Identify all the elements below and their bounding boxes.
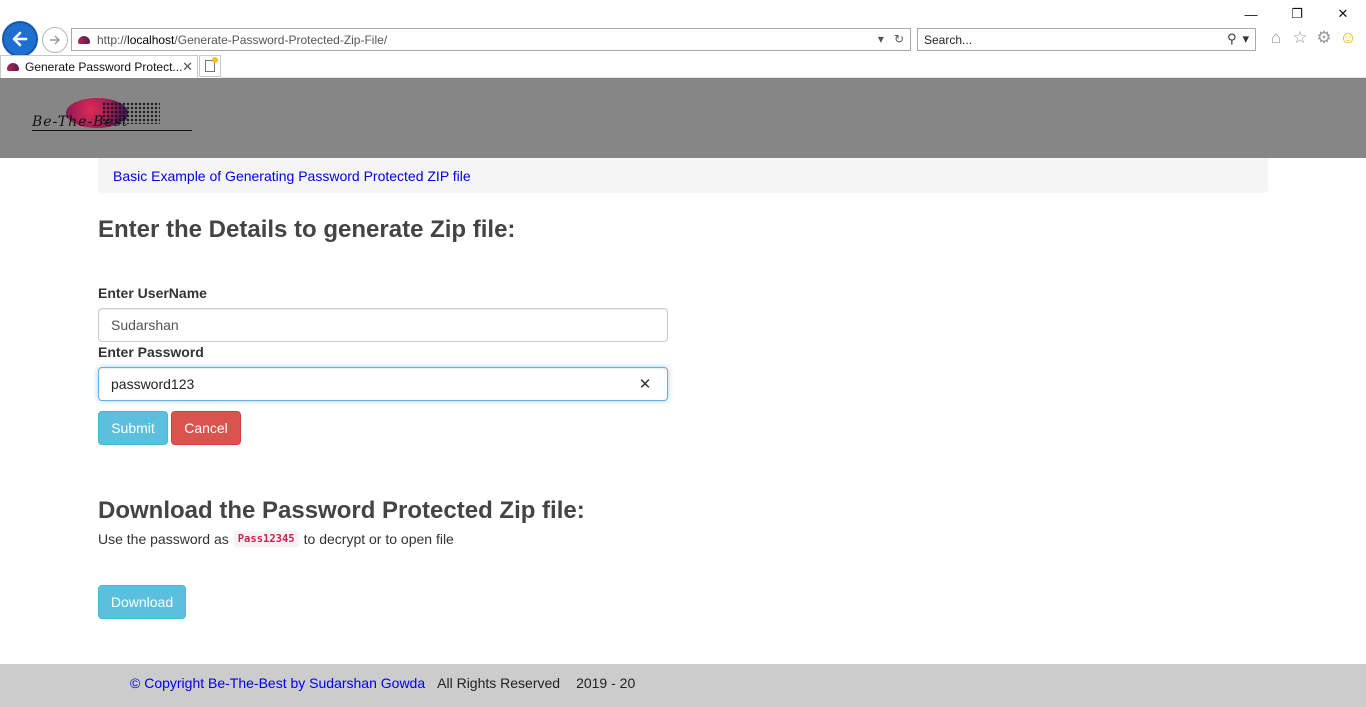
footer-rights: All Rights Reserved [437,675,561,691]
new-tab-button[interactable] [199,55,221,77]
minimize-icon[interactable]: — [1228,0,1274,28]
close-icon[interactable]: ✕ [1320,0,1366,28]
breadcrumb-link[interactable]: Basic Example of Generating Password Pro… [113,168,471,184]
search-box[interactable]: Search... ⚲ ▾ [917,28,1256,51]
form-heading: Enter the Details to generate Zip file: [98,216,516,243]
clear-input-icon[interactable]: ✕ [636,375,654,393]
tab-favicon-icon [7,63,19,71]
password-code: Pass12345 [233,531,299,547]
url-prefix: http:// [97,32,128,47]
restore-icon[interactable]: ❐ [1274,0,1320,28]
username-label: Enter UserName [98,285,207,301]
download-hint: Use the password as Pass12345 to decrypt… [98,531,454,547]
url-host: localhost [127,32,175,47]
new-tab-icon [205,57,218,72]
password-input[interactable] [98,367,668,401]
url-path: /Generate-Password-Protected-Zip-File/ [174,32,388,47]
username-input[interactable] [98,308,668,342]
breadcrumb: Basic Example of Generating Password Pro… [98,158,1268,193]
back-button[interactable] [2,21,38,57]
tab-close-icon[interactable]: ✕ [182,59,193,75]
dropdown-arrow-icon[interactable]: ▾ [878,32,884,46]
site-logo[interactable]: Be-The-Best [32,96,192,136]
search-dropdown-icon[interactable]: ▾ [1242,31,1249,47]
password-label: Enter Password [98,344,204,360]
address-bar[interactable]: http://localhost/Generate-Password-Prote… [71,28,911,51]
smiley-feedback-icon[interactable]: ☺ [1339,28,1357,47]
hint-text-after: to decrypt or to open file [303,531,454,547]
site-favicon-icon [78,35,90,44]
tab-title: Generate Password Protect... [25,60,183,74]
footer-copyright-link[interactable]: © Copyright Be-The-Best by Sudarshan Gow… [130,675,425,707]
logo-text: Be-The-Best [32,114,192,131]
home-icon[interactable]: ⌂ [1267,28,1285,47]
arrow-right-icon [50,35,61,45]
search-icon[interactable]: ⚲ [1227,31,1237,47]
download-button[interactable]: Download [98,585,186,619]
cancel-button[interactable]: Cancel [171,411,241,445]
footer: © Copyright Be-The-Best by Sudarshan Gow… [0,664,1366,707]
download-heading: Download the Password Protected Zip file… [98,497,585,524]
hint-text-before: Use the password as [98,531,229,547]
search-placeholder: Search... [924,32,973,47]
submit-button[interactable]: Submit [98,411,168,445]
site-header: Be-The-Best [0,78,1366,158]
arrow-left-icon [12,31,28,47]
gear-icon[interactable]: ⚙ [1315,28,1333,47]
star-icon[interactable]: ☆ [1291,28,1309,47]
browser-tab[interactable]: Generate Password Protect... ✕ [0,55,198,78]
footer-years: 2019 - 20 [576,675,636,691]
refresh-icon[interactable]: ↻ [894,32,904,46]
browser-chrome: http://localhost/Generate-Password-Prote… [0,0,1366,78]
forward-button[interactable] [42,27,68,53]
